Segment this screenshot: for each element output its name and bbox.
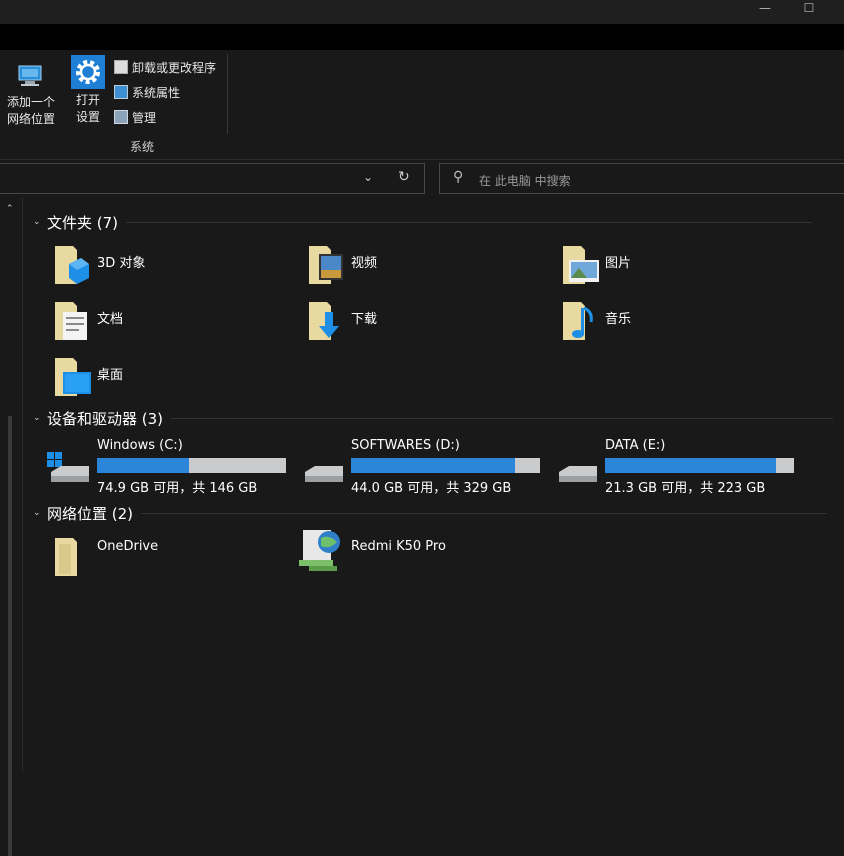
manage-label: 管理	[132, 110, 157, 125]
ribbon-tab-strip: ⌃	[0, 24, 844, 62]
folder-3d-objects[interactable]: 3D 对象	[51, 246, 251, 296]
hard-drive-icon	[305, 466, 343, 482]
scroll-up-icon[interactable]: ⌃	[6, 204, 14, 214]
search-icon: ⚲	[453, 169, 464, 185]
folder-label: 视频	[351, 256, 378, 271]
uninstall-program-label: 卸载或更改程序	[132, 60, 217, 75]
onedrive-folder-icon	[55, 538, 77, 576]
folder-label: 3D 对象	[97, 256, 146, 271]
drive-free-space: 74.9 GB 可用，共 146 GB	[97, 481, 258, 496]
drive-free-space: 21.3 GB 可用，共 223 GB	[605, 481, 766, 496]
section-divider	[126, 221, 813, 223]
drive-d[interactable]: SOFTWARES (D:) 44.0 GB 可用，共 329 GB	[305, 438, 545, 498]
folder-pictures[interactable]: 图片	[559, 246, 759, 296]
collapse-chevron-icon[interactable]: ⌄	[33, 217, 47, 227]
system-properties-button[interactable]: 系统属性	[114, 82, 180, 102]
refresh-icon[interactable]: ↻	[398, 169, 410, 185]
search-box[interactable]: ⚲ 在 此电脑 中搜索	[439, 163, 844, 194]
drive-e[interactable]: DATA (E:) 21.3 GB 可用，共 223 GB	[559, 438, 799, 498]
section-header-drives[interactable]: ⌄ 设备和驱动器 (3)	[33, 406, 834, 430]
open-settings-label-1: 打开	[75, 93, 100, 107]
network-device-icon	[299, 530, 340, 571]
address-bar[interactable]: ⌄ ↻	[0, 163, 425, 194]
downloads-folder-icon	[309, 302, 339, 340]
section-divider	[141, 512, 828, 514]
folder-label: 文档	[97, 312, 124, 327]
add-network-location-label-2: 网络位置	[6, 112, 55, 126]
settings-gear-icon	[71, 55, 105, 89]
windows-drive-icon	[47, 452, 89, 482]
drive-usage-bar	[605, 458, 794, 473]
pictures-folder-icon	[563, 246, 599, 284]
search-input[interactable]: 在 此电脑 中搜索	[479, 172, 571, 189]
folder-label: 下载	[351, 312, 378, 327]
section-title: 文件夹 (7)	[47, 213, 119, 232]
drive-name: SOFTWARES (D:)	[351, 438, 460, 453]
uninstall-icon	[114, 60, 128, 74]
drive-usage-bar	[351, 458, 540, 473]
navigation-scrollbar-thumb[interactable]	[8, 416, 12, 856]
drive-usage-fill	[97, 458, 190, 473]
folder-label: 音乐	[605, 312, 632, 327]
folder-downloads[interactable]: 下载	[305, 302, 505, 352]
section-header-network[interactable]: ⌄ 网络位置 (2)	[33, 501, 828, 525]
navigation-pane[interactable]: ⌃	[0, 198, 23, 856]
manage-icon	[114, 110, 128, 124]
maximize-button[interactable]: ☐	[786, 0, 832, 20]
desktop-folder-icon	[55, 358, 91, 396]
open-settings-button[interactable]: 打开 设置	[70, 55, 106, 126]
network-location-icon	[18, 65, 42, 86]
network-redmi-k50-pro[interactable]: Redmi K50 Pro	[299, 530, 499, 580]
drive-name: DATA (E:)	[605, 438, 666, 453]
title-bar: — ☐	[0, 0, 844, 24]
uninstall-program-button[interactable]: 卸载或更改程序	[114, 57, 216, 77]
drive-usage-bar	[97, 458, 286, 473]
add-network-location-button[interactable]: 添加一个 网络位置	[4, 58, 58, 128]
drive-usage-fill	[605, 458, 776, 473]
network-label: OneDrive	[97, 539, 159, 554]
folder-desktop[interactable]: 桌面	[51, 358, 251, 408]
open-settings-label-2: 设置	[75, 110, 100, 124]
music-folder-icon	[563, 302, 593, 340]
minimize-button[interactable]: —	[742, 0, 788, 20]
3d-objects-folder-icon	[55, 246, 89, 284]
folder-label: 桌面	[97, 368, 124, 383]
folder-videos[interactable]: 视频	[305, 246, 505, 296]
collapse-chevron-icon[interactable]: ⌄	[33, 508, 47, 518]
add-network-location-label-1: 添加一个	[6, 95, 55, 109]
ribbon-group-divider	[227, 54, 228, 134]
network-label: Redmi K50 Pro	[351, 539, 446, 554]
drive-usage-fill	[351, 458, 515, 473]
folder-music[interactable]: 音乐	[559, 302, 759, 352]
section-title: 设备和驱动器 (3)	[47, 409, 164, 428]
hard-drive-icon	[559, 466, 597, 482]
folder-documents[interactable]: 文档	[51, 302, 251, 352]
system-properties-label: 系统属性	[132, 85, 181, 100]
documents-folder-icon	[55, 302, 87, 340]
ribbon-group-system-label: 系统	[130, 140, 155, 154]
drive-free-space: 44.0 GB 可用，共 329 GB	[351, 481, 512, 496]
collapse-chevron-icon[interactable]: ⌄	[33, 413, 47, 423]
system-properties-icon	[114, 85, 128, 99]
folder-label: 图片	[605, 256, 632, 271]
section-header-folders[interactable]: ⌄ 文件夹 (7)	[33, 210, 813, 234]
drive-c[interactable]: Windows (C:) 74.9 GB 可用，共 146 GB	[47, 438, 291, 498]
drive-name: Windows (C:)	[97, 438, 183, 453]
manage-button[interactable]: 管理	[114, 107, 156, 127]
network-onedrive[interactable]: OneDrive	[51, 538, 251, 588]
section-divider	[171, 417, 834, 419]
videos-folder-icon	[309, 246, 343, 284]
address-dropdown-icon[interactable]: ⌄	[363, 170, 373, 184]
section-title: 网络位置 (2)	[47, 504, 134, 523]
